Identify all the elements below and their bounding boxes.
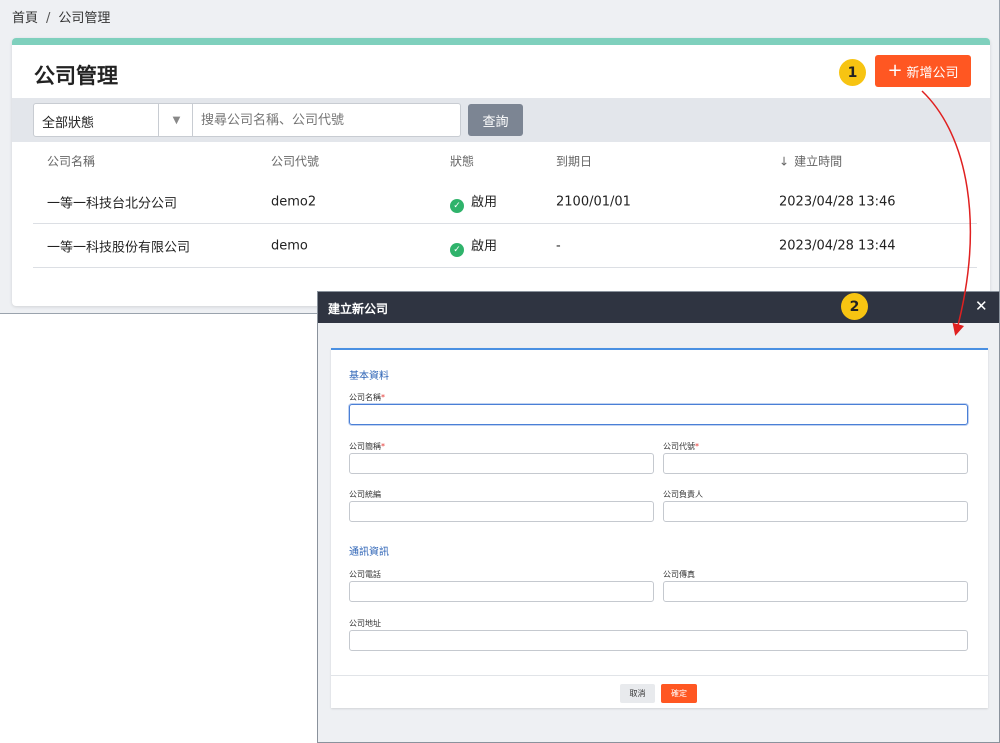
label-address: 公司地址 — [349, 619, 381, 628]
company-management-page: 首頁 / 公司管理 公司管理 1 + 新增公司 全部狀態 ▼ 查詢 公司名稱 — [0, 0, 1000, 314]
close-icon[interactable]: ✕ — [975, 297, 988, 315]
header-expiry-date[interactable]: 到期日 — [556, 153, 592, 170]
header-created-time[interactable]: ↓ 建立時間 — [779, 153, 842, 170]
cell-status: ✓ 啟用 — [450, 235, 497, 257]
cell-company-name: 一等一科技台北分公司 — [47, 196, 178, 211]
status-filter-select[interactable]: 全部狀態 ▼ — [33, 103, 193, 137]
caret-down-icon[interactable]: ▼ — [158, 104, 194, 136]
cancel-button[interactable]: 取消 — [620, 684, 655, 703]
check-circle-icon: ✓ — [450, 198, 464, 213]
company-short-input[interactable] — [349, 453, 654, 474]
filter-bar: 全部狀態 ▼ 查詢 — [12, 98, 990, 142]
cell-expiry-date: - — [556, 238, 561, 253]
label-tax-id: 公司統編 — [349, 490, 381, 499]
fax-input[interactable] — [663, 581, 968, 602]
company-search-input[interactable] — [193, 103, 461, 137]
company-name-input[interactable] — [349, 404, 968, 425]
table-row[interactable]: 一等一科技股份有限公司 demo ✓ 啟用 - 2023/04/28 13:44 — [33, 224, 977, 268]
company-form: 基本資料 公司名稱* 公司簡稱* 公司代號* 公司統編 公司負責人 通訊資訊 公… — [331, 348, 988, 708]
cell-status: ✓ 啟用 — [450, 191, 497, 213]
tax-id-input[interactable] — [349, 501, 654, 522]
screenshot-root: 首頁 / 公司管理 公司管理 1 + 新增公司 全部狀態 ▼ 查詢 公司名稱 — [0, 0, 1000, 743]
confirm-button[interactable]: 確定 — [661, 684, 697, 703]
table-header: 公司名稱 公司代號 狀態 到期日 ↓ 建立時間 — [33, 142, 977, 180]
breadcrumb: 首頁 / 公司管理 — [12, 7, 110, 26]
modal-title: 建立新公司 — [328, 302, 389, 316]
header-status[interactable]: 狀態 — [450, 153, 474, 170]
label-company-code: 公司代號* — [663, 442, 699, 451]
modal-header: 建立新公司 2 ✕ — [318, 292, 999, 323]
cell-created-time: 2023/04/28 13:46 — [779, 194, 896, 209]
header-company-name[interactable]: 公司名稱 — [47, 153, 95, 170]
company-code-input[interactable] — [663, 453, 968, 474]
label-phone: 公司電話 — [349, 570, 381, 579]
table-row[interactable]: 一等一科技台北分公司 demo2 ✓ 啟用 2100/01/01 2023/04/… — [33, 180, 977, 224]
form-footer: 取消 確定 — [331, 675, 988, 710]
cell-created-time: 2023/04/28 13:44 — [779, 238, 896, 253]
cell-expiry-date: 2100/01/01 — [556, 194, 631, 209]
header-company-code[interactable]: 公司代號 — [271, 153, 319, 170]
phone-input[interactable] — [349, 581, 654, 602]
breadcrumb-separator: / — [46, 11, 51, 26]
arrow-down-icon: ↓ — [779, 154, 790, 169]
check-circle-icon: ✓ — [450, 242, 464, 257]
card-accent-bar — [12, 38, 990, 45]
section-contact-info: 通訊資訊 — [349, 547, 389, 558]
status-filter-value: 全部狀態 — [42, 116, 95, 131]
breadcrumb-current: 公司管理 — [58, 11, 111, 26]
label-company-name: 公司名稱* — [349, 393, 385, 402]
header-created-time-label: 建立時間 — [794, 154, 843, 169]
section-basic-info: 基本資料 — [349, 371, 389, 382]
callout-badge-1: 1 — [839, 59, 866, 86]
company-table: 公司名稱 公司代號 狀態 到期日 ↓ 建立時間 一等一科技台北分公司 demo2 … — [33, 142, 977, 268]
cell-status-label: 啟用 — [471, 194, 498, 210]
create-company-modal: 建立新公司 2 ✕ 基本資料 公司名稱* 公司簡稱* 公司代號* 公司統編 公司… — [317, 291, 1000, 743]
cell-company-code: demo — [271, 238, 308, 253]
breadcrumb-home[interactable]: 首頁 — [12, 11, 38, 26]
callout-badge-2: 2 — [841, 293, 868, 320]
address-input[interactable] — [349, 630, 968, 651]
label-fax: 公司傳真 — [663, 570, 695, 579]
cell-status-label: 啟用 — [471, 238, 498, 254]
cell-company-name: 一等一科技股份有限公司 — [47, 240, 191, 255]
page-title: 公司管理 — [34, 64, 118, 88]
cell-company-code: demo2 — [271, 194, 317, 209]
company-list-card: 公司管理 1 + 新增公司 全部狀態 ▼ 查詢 公司名稱 公司代號 狀態 — [12, 38, 990, 306]
modal-body: 基本資料 公司名稱* 公司簡稱* 公司代號* 公司統編 公司負責人 通訊資訊 公… — [318, 323, 999, 742]
add-company-label: 新增公司 — [906, 65, 959, 81]
label-owner: 公司負責人 — [663, 490, 703, 499]
plus-icon: + — [887, 60, 903, 81]
query-button[interactable]: 查詢 — [468, 104, 523, 136]
add-company-button[interactable]: + 新增公司 — [875, 55, 971, 87]
label-company-short: 公司簡稱* — [349, 442, 385, 451]
owner-input[interactable] — [663, 501, 968, 522]
